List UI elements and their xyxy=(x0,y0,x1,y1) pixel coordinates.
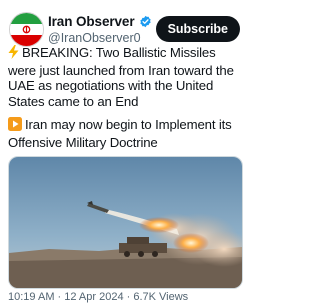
account-handle[interactable]: @IranObserver0 xyxy=(48,31,141,45)
name-row: Iran Observer xyxy=(48,13,152,29)
subscribe-button[interactable]: Subscribe xyxy=(155,16,240,42)
breaking-text: BREAKING: Two Ballistic Missiles were ju… xyxy=(8,45,234,109)
verified-badge-icon xyxy=(139,15,152,28)
post-header: Iran Observer @IranObserver0 Subscribe xyxy=(6,9,246,49)
play-button-icon xyxy=(8,117,22,135)
lightning-icon xyxy=(8,45,19,63)
avatar[interactable] xyxy=(9,12,44,47)
account-name[interactable]: Iran Observer xyxy=(48,14,135,29)
missile-launch-image xyxy=(9,157,242,288)
breaking-paragraph: BREAKING: Two Ballistic Missiles were ju… xyxy=(8,45,244,109)
iran-flag-icon xyxy=(10,13,43,46)
post-media[interactable] xyxy=(8,156,243,289)
doctrine-paragraph: Iran may now begin to Implement its Offe… xyxy=(8,117,244,150)
doctrine-text: Iran may now begin to Implement its Offe… xyxy=(8,117,232,150)
post-timestamp: 10:19 AM · 12 Apr 2024 · 6.7K Views xyxy=(8,291,189,303)
